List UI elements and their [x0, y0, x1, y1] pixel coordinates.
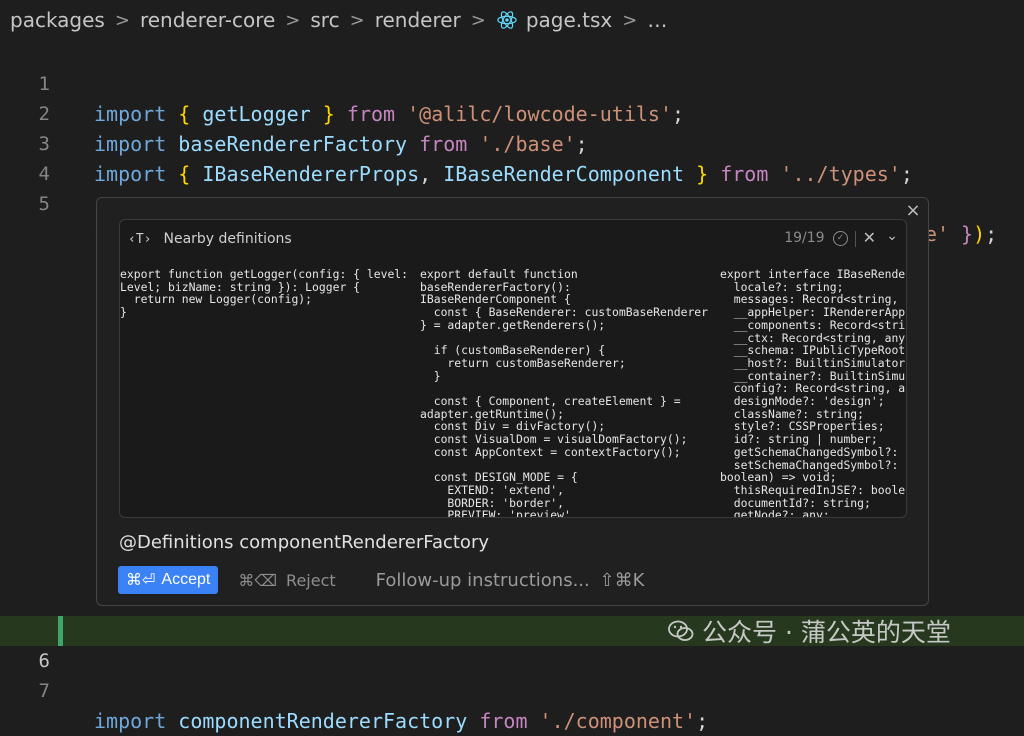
card-header: ‹T› Nearby definitions 19/19 ✓ ✕ ⌄ [120, 220, 906, 258]
code-token: ) [973, 222, 986, 246]
breadcrumb-more[interactable]: … [647, 8, 667, 32]
reject-label: Reject [286, 570, 336, 590]
breadcrumb: packages > renderer-core > src > rendere… [0, 0, 1024, 40]
definitions-counter: 19/19 ✓ [784, 230, 848, 246]
reject-button[interactable]: ⌘⌫ Reject [238, 571, 335, 590]
breadcrumb-separator: > [114, 9, 130, 31]
code-token: componentRendererFactory [178, 709, 468, 733]
watermark-text: 公众号 · 蒲公英的天堂 [702, 618, 951, 647]
line-number: 5 [38, 193, 50, 215]
close-icon[interactable]: ✕ [863, 228, 876, 247]
counter-text: 19/19 [784, 230, 825, 246]
breadcrumb-item-packages[interactable]: packages [10, 8, 105, 32]
breadcrumb-separator: > [622, 9, 638, 31]
widget-actions: ⌘⏎ Accept ⌘⌫ Reject Follow-up instructio… [118, 565, 644, 595]
card-title: Nearby definitions [163, 231, 292, 247]
code-token: './component' [539, 709, 697, 733]
added-line-marker [58, 616, 63, 646]
code-line-1[interactable]: 1 import { getLogger } from '@alilc/lowc… [0, 39, 1024, 126]
widget-close-icon[interactable]: × [902, 200, 924, 222]
accept-label: Accept [161, 571, 211, 588]
header-divider [855, 231, 856, 247]
code-token: ; [696, 709, 709, 733]
code-line-2[interactable]: 2 import baseRendererFactory from './bas… [0, 69, 1024, 156]
breadcrumb-separator: > [285, 9, 301, 31]
breadcrumb-separator: > [349, 9, 365, 31]
breadcrumb-item-renderer-core[interactable]: renderer-core [140, 8, 275, 32]
breadcrumb-file[interactable]: page.tsx [526, 8, 612, 32]
wechat-icon [668, 620, 694, 641]
definition-snippet-ibaserendererprops: export interface IBaseRende locale?: str… [720, 268, 906, 518]
definition-snippet-getlogger: export function getLogger(config: { leve… [120, 268, 409, 320]
code-token: ; [985, 222, 998, 246]
code-line-5[interactable]: 5 const logger = getLogger({ level: 'war… [0, 159, 1024, 246]
check-circle-icon: ✓ [833, 230, 848, 246]
type-parameter-icon: ‹T› [128, 231, 152, 247]
followup-instructions-input[interactable]: Follow-up instructions... ⇧⌘K [376, 570, 645, 591]
accept-button[interactable]: ⌘⏎ Accept [118, 566, 219, 594]
breadcrumb-item-renderer[interactable]: renderer [375, 8, 461, 32]
followup-shortcut: ⇧⌘K [599, 569, 645, 591]
code-token: from [467, 709, 540, 733]
wechat-watermark: 公众号 · 蒲公英的天堂 [666, 614, 951, 648]
accept-shortcut: ⌘⏎ [126, 572, 156, 589]
code-line-3[interactable]: 3 import { IBaseRendererProps, IBaseRend… [0, 99, 1024, 186]
code-content: import componentRendererFactory from './… [94, 706, 708, 736]
reject-shortcut: ⌘⌫ [238, 570, 277, 590]
definition-snippet-baserendererfactory: export default function baseRendererFact… [420, 268, 709, 518]
react-icon [497, 11, 517, 29]
breadcrumb-item-src[interactable]: src [310, 8, 339, 32]
chevron-down-icon[interactable]: ⌄ [886, 228, 898, 244]
line-number: 7 [38, 680, 50, 702]
nearby-definitions-card: ‹T› Nearby definitions 19/19 ✓ ✕ ⌄ expor… [119, 219, 907, 518]
code-token: import [94, 709, 179, 733]
definitions-mention: @Definitions componentRendererFactory [119, 532, 490, 553]
breadcrumb-separator: > [470, 9, 486, 31]
inline-edit-widget: × ‹T› Nearby definitions 19/19 ✓ ✕ ⌄ exp… [96, 197, 929, 606]
code-token: } [949, 222, 974, 246]
followup-placeholder: Follow-up instructions... [375, 569, 590, 591]
code-line-4[interactable]: 4 [0, 129, 1024, 185]
